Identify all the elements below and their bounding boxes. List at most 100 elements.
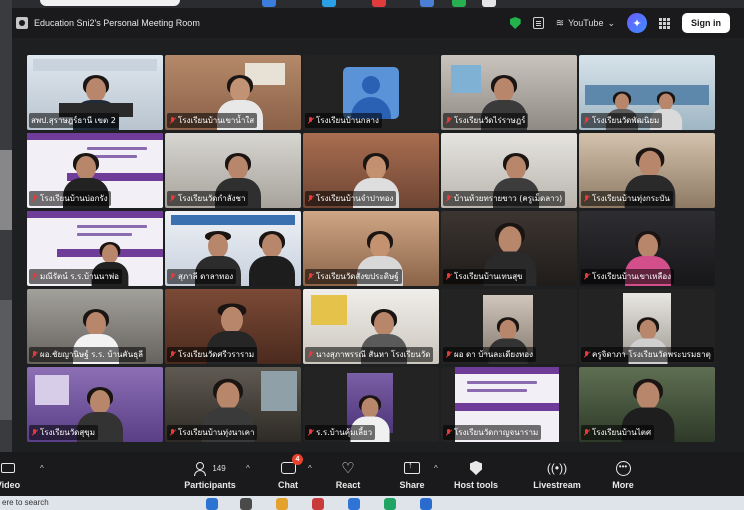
taskbar-app-icon[interactable] bbox=[384, 498, 396, 510]
video-tile[interactable]: โรงเรียนวัดศรีวราราม bbox=[165, 289, 301, 364]
video-tile[interactable]: โรงเรียนบ้านเขาน้ำใส bbox=[165, 55, 301, 130]
mic-muted-icon bbox=[583, 194, 590, 203]
ai-companion-icon[interactable]: ✦ bbox=[627, 13, 647, 33]
video-tile[interactable]: โรงเรียนวัดพัฒนิยม bbox=[579, 55, 715, 130]
sign-in-button[interactable]: Sign in bbox=[682, 13, 730, 33]
video-tile[interactable]: โรงเรียนวัดกำลังชา bbox=[165, 133, 301, 208]
taskbar-app-icon[interactable] bbox=[348, 498, 360, 510]
mic-muted-icon bbox=[31, 272, 38, 281]
video-tile[interactable]: โรงเรียนบ้านบ่อกรัง bbox=[27, 133, 163, 208]
livestream-platform: YouTube bbox=[568, 18, 604, 28]
mic-muted-icon bbox=[169, 428, 176, 437]
mic-muted-icon bbox=[307, 272, 314, 281]
share-screen-icon bbox=[404, 460, 420, 474]
livestream-button[interactable]: ((•)) Livestream bbox=[527, 458, 587, 490]
participant-name: โรงเรียนบ้านเขาเหลือง bbox=[581, 269, 675, 284]
video-tile[interactable]: สพป.สุราษฎร์ธานี เขต 2 bbox=[27, 55, 163, 130]
participants-button[interactable]: 149 Participants bbox=[180, 458, 240, 490]
video-tile[interactable]: นางสุภาพรรณี สันหา โรงเรียนวัด bbox=[303, 289, 439, 364]
mic-muted-icon bbox=[307, 350, 314, 359]
video-tile[interactable]: โรงเรียนวัดสังฆประดิษฐ์ bbox=[303, 211, 439, 286]
participant-name: ผอ.ชัยญานิษฐ์ ร.ร. บ้านคันธุลี bbox=[29, 347, 147, 362]
video-tile[interactable]: ร.ร.บ้านคุ้มเลี้ยว bbox=[303, 367, 439, 442]
share-button[interactable]: Share bbox=[382, 458, 442, 490]
participant-name: สุภาลี ดาลาทอง bbox=[167, 269, 237, 284]
taskbar-app-icon[interactable] bbox=[206, 498, 218, 510]
meeting-titlebar: Education Sni2's Personal Meeting Room ≋… bbox=[12, 8, 744, 38]
mic-muted-icon bbox=[583, 350, 590, 359]
video-tile[interactable]: โรงเรียนบ้านทุ่งนาเคา bbox=[165, 367, 301, 442]
video-tile[interactable]: ผอ ดา บ้านละเดียงทอง bbox=[441, 289, 577, 364]
mic-muted-icon bbox=[31, 350, 38, 359]
participant-name: ผอ ดา บ้านละเดียงทอง bbox=[443, 347, 537, 362]
mic-muted-icon bbox=[583, 116, 590, 125]
mic-muted-icon bbox=[31, 194, 38, 203]
mic-muted-icon bbox=[31, 428, 38, 437]
video-tile[interactable]: บ้านห้วยทรายขาว (ครูเม็ดลาว) bbox=[441, 133, 577, 208]
video-tile[interactable]: โรงเรียนบ้านเทนสุข bbox=[441, 211, 577, 286]
encryption-shield-icon[interactable] bbox=[509, 17, 521, 29]
taskbar-app-icon[interactable] bbox=[420, 498, 432, 510]
taskbar-search-input[interactable]: ere to search bbox=[0, 498, 152, 510]
participant-name: ร.ร.บ้านคุ้มเลี้ยว bbox=[305, 425, 376, 440]
video-tile[interactable]: สุภาลี ดาลาทอง bbox=[165, 211, 301, 286]
react-button[interactable]: ♡ React bbox=[318, 458, 378, 491]
notes-icon[interactable] bbox=[532, 17, 544, 29]
participants-icon bbox=[194, 461, 210, 476]
video-tile[interactable]: โรงเรียนวัดสุขุม bbox=[27, 367, 163, 442]
participant-name: โรงเรียนบ้านบ่อกรัง bbox=[29, 191, 111, 206]
host-tools-button[interactable]: Host tools bbox=[446, 458, 506, 490]
apps-grid-icon[interactable] bbox=[659, 17, 670, 29]
video-tile[interactable]: มณีรัตน์ ร.ร.บ้านนาพ่อ bbox=[27, 211, 163, 286]
video-tile[interactable]: โรงเรียนบ้านเขาเหลือง bbox=[579, 211, 715, 286]
mic-muted-icon bbox=[169, 116, 176, 125]
chat-unread-badge: 4 bbox=[292, 454, 303, 465]
participants-count: 149 bbox=[212, 463, 226, 473]
heart-icon: ♡ bbox=[341, 459, 355, 477]
participant-name: โรงเรียนบ้านเทนสุข bbox=[443, 269, 526, 284]
mic-muted-icon bbox=[445, 350, 452, 359]
mic-muted-icon bbox=[445, 194, 452, 203]
share-options-caret[interactable]: ^ bbox=[434, 464, 438, 473]
livestream-status[interactable]: ≋ YouTube ⌄ bbox=[556, 18, 615, 29]
desktop-edge bbox=[0, 0, 12, 510]
zoom-app-icon bbox=[16, 17, 28, 29]
participant-name: โรงเรียนบ้านทุ่งกระบัน bbox=[581, 191, 673, 206]
more-button[interactable]: ••• More bbox=[593, 458, 653, 490]
participant-name: โรงเรียนบ้านกลาง bbox=[305, 113, 382, 128]
video-button[interactable]: Video bbox=[0, 458, 38, 490]
video-tile[interactable]: โรงเรียนบ้านจำปาทอง bbox=[303, 133, 439, 208]
taskbar-app-icon[interactable] bbox=[240, 498, 252, 510]
video-tile[interactable]: โรงเรียนวัดกาญจนาราม bbox=[441, 367, 577, 442]
participant-name: มณีรัตน์ ร.ร.บ้านนาพ่อ bbox=[29, 269, 122, 284]
video-gallery: สพป.สุราษฎร์ธานี เขต 2 โรงเรียนบ้านเขาน้… bbox=[27, 55, 717, 447]
mic-muted-icon bbox=[169, 194, 176, 203]
participant-name: โรงเรียนวัดศรีวราราม bbox=[167, 347, 258, 362]
video-tile[interactable]: โรงเรียนบ้านกลาง bbox=[303, 55, 439, 130]
broadcast-icon: ≋ bbox=[555, 17, 565, 29]
camera-icon bbox=[1, 463, 15, 473]
chat-button[interactable]: 4 Chat bbox=[258, 454, 318, 490]
chat-options-caret[interactable]: ^ bbox=[308, 464, 312, 473]
taskbar-app-icon[interactable] bbox=[276, 498, 288, 510]
video-tile[interactable]: โรงเรียนบ้านทุ่งกระบัน bbox=[579, 133, 715, 208]
mic-muted-icon bbox=[445, 116, 452, 125]
participant-name: โรงเรียนวัดกำลังชา bbox=[167, 191, 249, 206]
participant-name: โรงเรียนบ้านทุ่งนาเคา bbox=[167, 425, 258, 440]
video-tile[interactable]: ครูจิดาภา โรงเรียนวัดพระบรมธาตุ bbox=[579, 289, 715, 364]
taskbar-app-icon[interactable] bbox=[312, 498, 324, 510]
participants-options-caret[interactable]: ^ bbox=[246, 464, 250, 473]
more-icon: ••• bbox=[615, 460, 631, 476]
mic-muted-icon bbox=[445, 272, 452, 281]
participant-name: นางสุภาพรรณี สันหา โรงเรียนวัด bbox=[305, 347, 434, 362]
video-tile[interactable]: โรงเรียนวัดไร่ราษฎร์ bbox=[441, 55, 577, 130]
participant-name: โรงเรียนบ้านจำปาทอง bbox=[305, 191, 397, 206]
video-tile[interactable]: โรงเรียนบ้านไตศ bbox=[579, 367, 715, 442]
mic-muted-icon bbox=[307, 194, 314, 203]
video-tile[interactable]: ผอ.ชัยญานิษฐ์ ร.ร. บ้านคันธุลี bbox=[27, 289, 163, 364]
participant-name: บ้านห้วยทรายขาว (ครูเม็ดลาว) bbox=[443, 191, 566, 206]
livestream-icon: ((•)) bbox=[546, 461, 568, 475]
video-options-caret[interactable]: ^ bbox=[40, 464, 44, 473]
chevron-down-icon: ⌄ bbox=[607, 17, 615, 28]
mic-muted-icon bbox=[445, 428, 452, 437]
